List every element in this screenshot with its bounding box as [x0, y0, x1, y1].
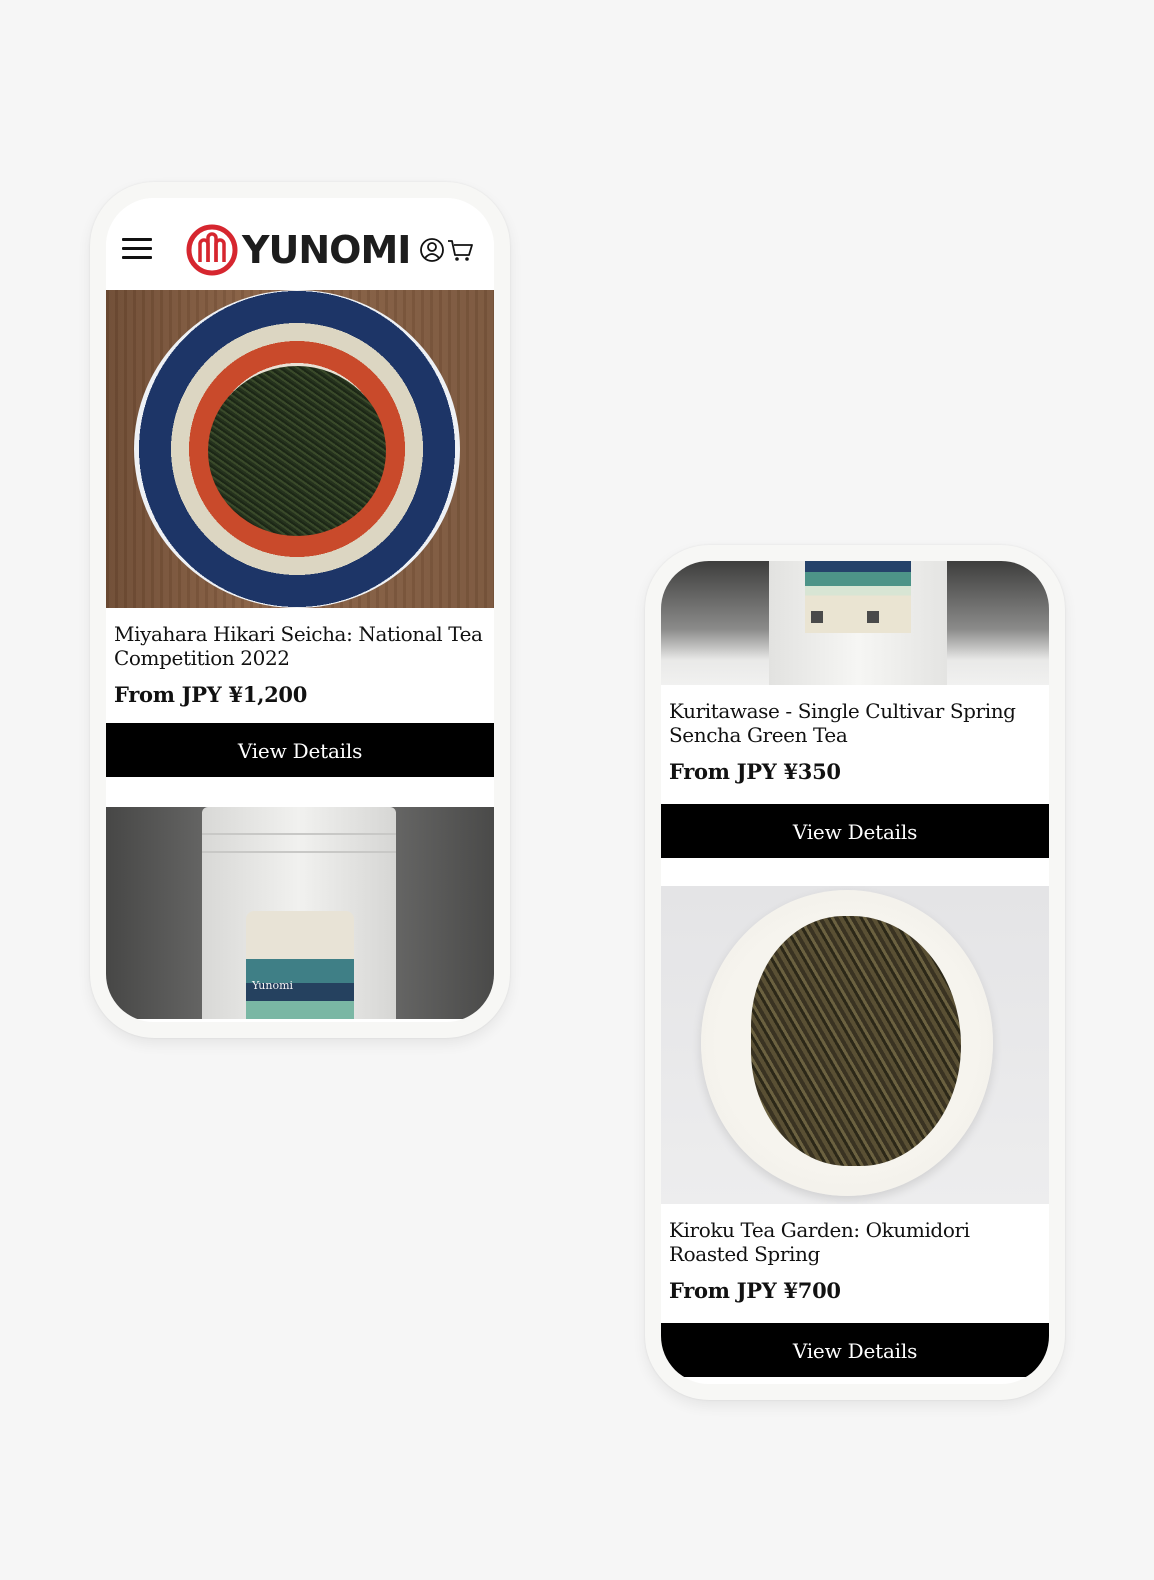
pouch-label-text: Yunomi	[252, 979, 294, 992]
product-price: From JPY ¥350	[669, 759, 841, 784]
product-image[interactable]	[661, 886, 1049, 1204]
product-image[interactable]: Yunomi	[106, 807, 494, 1019]
logo-mark-icon	[186, 224, 238, 276]
product-card: Kuritawase - Single Cultivar Spring Senc…	[661, 561, 1049, 858]
product-image[interactable]	[661, 561, 1049, 685]
menu-icon[interactable]	[122, 238, 152, 262]
product-card: Kiroku Tea Garden: Okumidori Roasted Spr…	[661, 886, 1049, 1377]
view-details-button[interactable]: View Details	[106, 723, 494, 777]
product-price: From JPY ¥1,200	[114, 682, 308, 707]
brand-name: YUNOMI	[242, 228, 411, 272]
product-title[interactable]: Kiroku Tea Garden: Okumidori Roasted Spr…	[669, 1218, 1041, 1266]
product-title[interactable]: Kuritawase - Single Cultivar Spring Senc…	[669, 699, 1041, 747]
phone-screen: YUNOMI Miyahara Hikari Seicha: National …	[106, 198, 494, 1022]
product-title[interactable]: Miyahara Hikari Seicha: National Tea Com…	[114, 622, 486, 670]
phone-screen: Kuritawase - Single Cultivar Spring Senc…	[661, 561, 1049, 1384]
product-card: Miyahara Hikari Seicha: National Tea Com…	[106, 290, 494, 777]
brand-logo[interactable]: YUNOMI	[186, 224, 411, 276]
product-image[interactable]	[106, 290, 494, 608]
cart-icon[interactable]	[446, 236, 474, 264]
site-header: YUNOMI	[106, 198, 494, 290]
view-details-button[interactable]: View Details	[661, 1323, 1049, 1377]
phone-mockup-right: Kuritawase - Single Cultivar Spring Senc…	[645, 545, 1065, 1400]
product-price: From JPY ¥700	[669, 1278, 841, 1303]
product-info: Miyahara Hikari Seicha: National Tea Com…	[106, 608, 494, 707]
account-icon[interactable]	[418, 236, 446, 264]
product-info: Kuritawase - Single Cultivar Spring Senc…	[661, 685, 1049, 784]
view-details-button[interactable]: View Details	[661, 804, 1049, 858]
phone-mockup-left: YUNOMI Miyahara Hikari Seicha: National …	[90, 182, 510, 1038]
product-info: Kiroku Tea Garden: Okumidori Roasted Spr…	[661, 1204, 1049, 1303]
